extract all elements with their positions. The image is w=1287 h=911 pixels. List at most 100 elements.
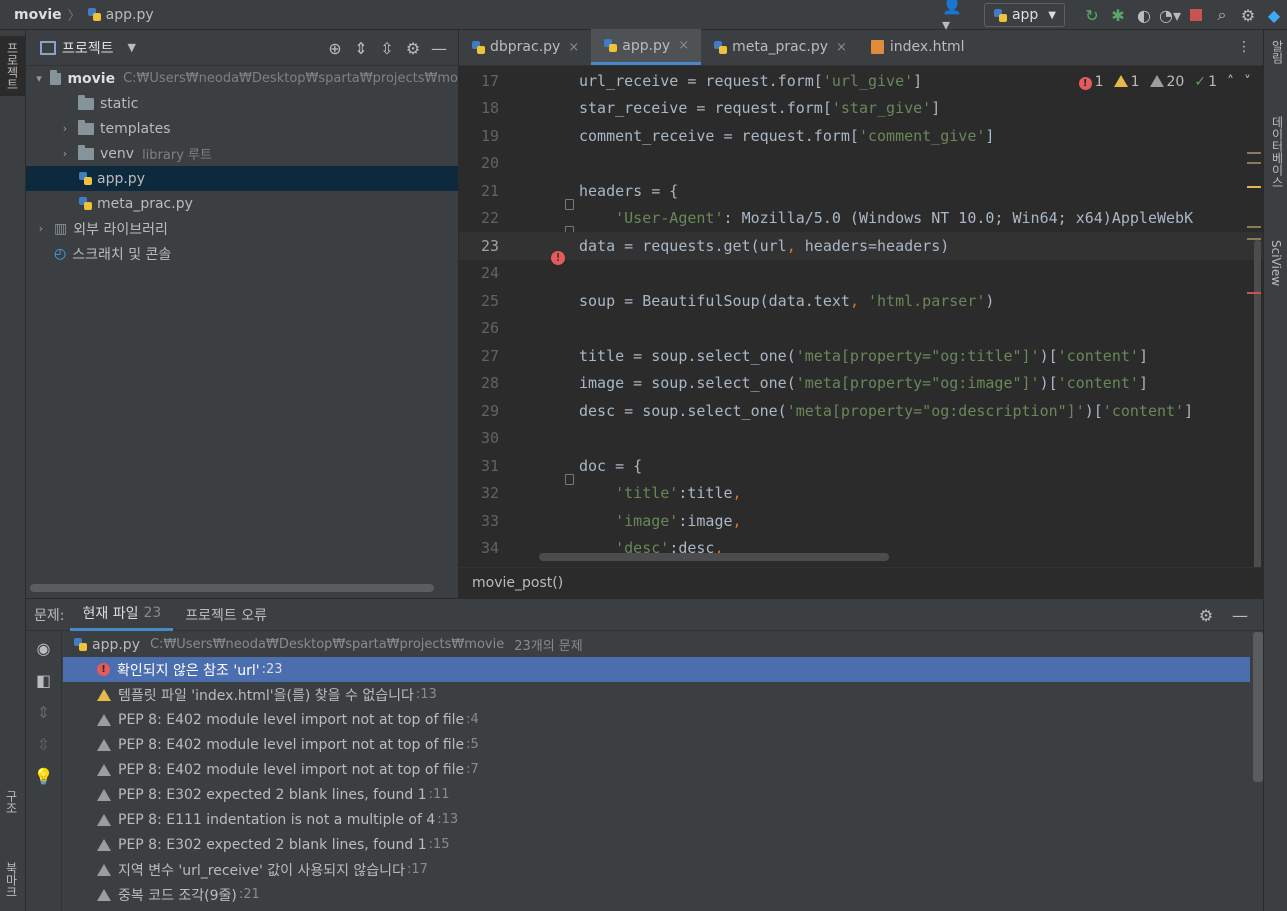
marker-stripe[interactable] xyxy=(1247,238,1261,240)
chevron-up-icon[interactable]: ˄ xyxy=(1227,74,1234,90)
tab-current-file[interactable]: 현재 파일 23 xyxy=(70,599,174,631)
problem-item[interactable]: PEP 8: E302 expected 2 blank lines, foun… xyxy=(63,782,1250,807)
editor-tab[interactable]: app.py × xyxy=(591,29,702,65)
problem-item[interactable]: PEP 8: E302 expected 2 blank lines, foun… xyxy=(63,832,1250,857)
database-tool-button[interactable]: 데이터베이스 xyxy=(1269,116,1286,188)
problem-item[interactable]: 지역 변수 'url_receive' 값이 사용되지 않습니다:17 xyxy=(63,857,1250,882)
preview-icon[interactable]: ◧ xyxy=(26,664,61,696)
collapse-all-icon[interactable]: ⇳ xyxy=(374,36,400,60)
editor-tab[interactable]: index.html xyxy=(859,29,977,65)
bookmarks-tool-button[interactable]: 북마크 xyxy=(3,862,20,898)
gear-icon[interactable]: ⚙ xyxy=(1235,3,1261,27)
code-line[interactable]: 22 'User-Agent': Mozilla/5.0 (Windows NT… xyxy=(459,205,1263,238)
eye-icon[interactable]: ◉ xyxy=(26,632,61,664)
inspection-widget[interactable]: ! 1 1 20 ✓ 1 ˄ ˅ xyxy=(1078,74,1251,90)
problem-item[interactable]: PEP 8: E402 module level import not at t… xyxy=(63,757,1250,782)
problem-item[interactable]: PEP 8: E111 indentation is not a multipl… xyxy=(63,807,1250,832)
horizontal-scrollbar[interactable] xyxy=(30,584,434,592)
run-configuration-label: app xyxy=(1011,7,1039,23)
code-area[interactable]: 17 url_receive = request.form['url_give']… xyxy=(459,67,1263,567)
lightbulb-icon[interactable]: 💡 xyxy=(26,760,61,792)
problem-item[interactable]: 템플릿 파일 'index.html'을(를) 찾을 수 없습니다:13 xyxy=(63,682,1250,707)
expand-all-icon[interactable]: ⇕ xyxy=(26,696,61,728)
code-text: title = soup.select_one('meta[property="… xyxy=(579,346,1148,365)
chevron-down-icon[interactable]: ▼ xyxy=(128,41,136,54)
problem-item[interactable]: 중복 코드 조각(9줄):21 xyxy=(63,882,1250,907)
code-line[interactable]: 28 image = soup.select_one('meta[property… xyxy=(459,370,1263,398)
marker-stripe[interactable] xyxy=(1247,152,1261,154)
code-line[interactable]: 27 title = soup.select_one('meta[property… xyxy=(459,342,1263,370)
close-icon[interactable]: × xyxy=(678,38,689,53)
gear-icon[interactable]: ⚙ xyxy=(400,36,426,60)
code-line[interactable]: 18 star_receive = request.form['star_give… xyxy=(459,95,1263,123)
tree-item[interactable]: › templates xyxy=(26,116,458,141)
run-configuration-select[interactable]: app ▼ xyxy=(983,3,1065,27)
code-line[interactable]: 26 xyxy=(459,315,1263,343)
tree-item-label: 스크래치 및 콘솔 xyxy=(72,246,172,263)
code-line[interactable]: 19 comment_receive = request.form['commen… xyxy=(459,122,1263,150)
tree-item[interactable]: ▾ movie C:₩Users₩neoda₩Desktop₩sparta₩proj… xyxy=(26,66,458,91)
gear-icon[interactable]: ⚙ xyxy=(1193,603,1219,627)
code-line[interactable]: 31 doc = { xyxy=(459,452,1263,485)
project-tool-button[interactable]: 프로젝트 xyxy=(0,36,26,96)
code-line[interactable]: 24 xyxy=(459,260,1263,288)
close-icon[interactable]: × xyxy=(568,40,579,55)
code-line[interactable]: 20 xyxy=(459,150,1263,178)
tree-item[interactable]: › ▥ 외부 라이브러리 xyxy=(26,216,458,241)
tree-item[interactable]: ◴ 스크래치 및 콘솔 xyxy=(26,241,458,266)
warning-stripe[interactable] xyxy=(1247,186,1261,188)
vertical-scrollbar[interactable] xyxy=(1254,240,1261,570)
line-number: 17 xyxy=(480,71,499,90)
collapse-all-icon[interactable]: ⇳ xyxy=(26,728,61,760)
stop-icon[interactable] xyxy=(1183,3,1209,27)
project-panel-title[interactable]: 프로젝트 xyxy=(62,38,114,58)
sciview-tool-button[interactable]: SciView xyxy=(1269,240,1283,286)
code-line[interactable]: 29 desc = soup.select_one('meta[property=… xyxy=(459,397,1263,425)
tree-item[interactable]: › venv library 루트 xyxy=(26,141,458,166)
problem-item[interactable]: PEP 8: E402 module level import not at t… xyxy=(63,732,1250,757)
notifications-tool-button[interactable]: 알림 xyxy=(1269,40,1286,64)
search-icon[interactable]: ⌕ xyxy=(1209,3,1235,27)
minimize-icon[interactable]: — xyxy=(426,36,452,60)
rerun-icon[interactable]: ↻ xyxy=(1079,3,1105,27)
coverage-icon[interactable]: ◐ xyxy=(1131,3,1157,27)
tree-item[interactable]: meta_prac.py xyxy=(26,191,458,216)
error-stripe[interactable] xyxy=(1247,292,1261,294)
problem-item[interactable]: ! 확인되지 않은 참조 'url':23 xyxy=(63,657,1250,682)
more-icon[interactable]: ⋮ xyxy=(1237,29,1263,65)
problem-item[interactable]: PEP 8: E402 module level import not at t… xyxy=(63,707,1250,732)
profile-icon[interactable]: ◔▾ xyxy=(1157,3,1183,27)
debug-icon[interactable]: ✱ xyxy=(1105,3,1131,27)
close-icon[interactable]: × xyxy=(836,40,847,55)
problem-text: PEP 8: E302 expected 2 blank lines, foun… xyxy=(118,786,427,803)
vertical-scrollbar[interactable] xyxy=(1253,632,1263,782)
nav-file[interactable]: app.py xyxy=(106,7,154,23)
python-file-icon xyxy=(78,196,93,211)
horizontal-scrollbar[interactable] xyxy=(539,553,889,561)
code-line[interactable]: 30 xyxy=(459,425,1263,453)
code-line[interactable]: 32 'title':title, xyxy=(459,480,1263,508)
chevron-down-icon[interactable]: ˅ xyxy=(1244,74,1251,90)
marker-stripe[interactable] xyxy=(1247,226,1261,228)
tree-item[interactable]: app.py xyxy=(26,166,458,191)
code-line[interactable]: 33 'image':image, xyxy=(459,507,1263,535)
weak-warning-icon xyxy=(1149,75,1164,87)
problems-file-row[interactable]: app.py C:₩Users₩neoda₩Desktop₩sparta₩proj… xyxy=(63,632,1250,657)
editor-tab[interactable]: dbprac.py × xyxy=(459,29,591,65)
code-line[interactable]: 21 headers = { xyxy=(459,177,1263,210)
tree-item[interactable]: static xyxy=(26,91,458,116)
structure-tool-button[interactable]: 구조 xyxy=(3,790,20,814)
nav-project[interactable]: movie xyxy=(14,7,62,23)
locate-icon[interactable]: ⊕ xyxy=(322,36,348,60)
code-line[interactable]: 23! data = requests.get(url, headers=head… xyxy=(459,232,1263,265)
breadcrumb-function[interactable]: movie_post() xyxy=(472,575,563,591)
marker-stripe[interactable] xyxy=(1247,162,1261,164)
minimize-icon[interactable]: — xyxy=(1227,603,1253,627)
user-icon[interactable]: 👤▾ xyxy=(942,0,968,34)
jetbrains-logo-icon[interactable]: ◆ xyxy=(1261,3,1287,27)
expand-all-icon[interactable]: ⇕ xyxy=(348,36,374,60)
line-number: 27 xyxy=(480,346,499,365)
tab-project-errors[interactable]: 프로젝트 오류 xyxy=(173,599,279,631)
editor-tab[interactable]: meta_prac.py × xyxy=(701,29,859,65)
code-line[interactable]: 25 soup = BeautifulSoup(data.text, 'html.… xyxy=(459,287,1263,315)
